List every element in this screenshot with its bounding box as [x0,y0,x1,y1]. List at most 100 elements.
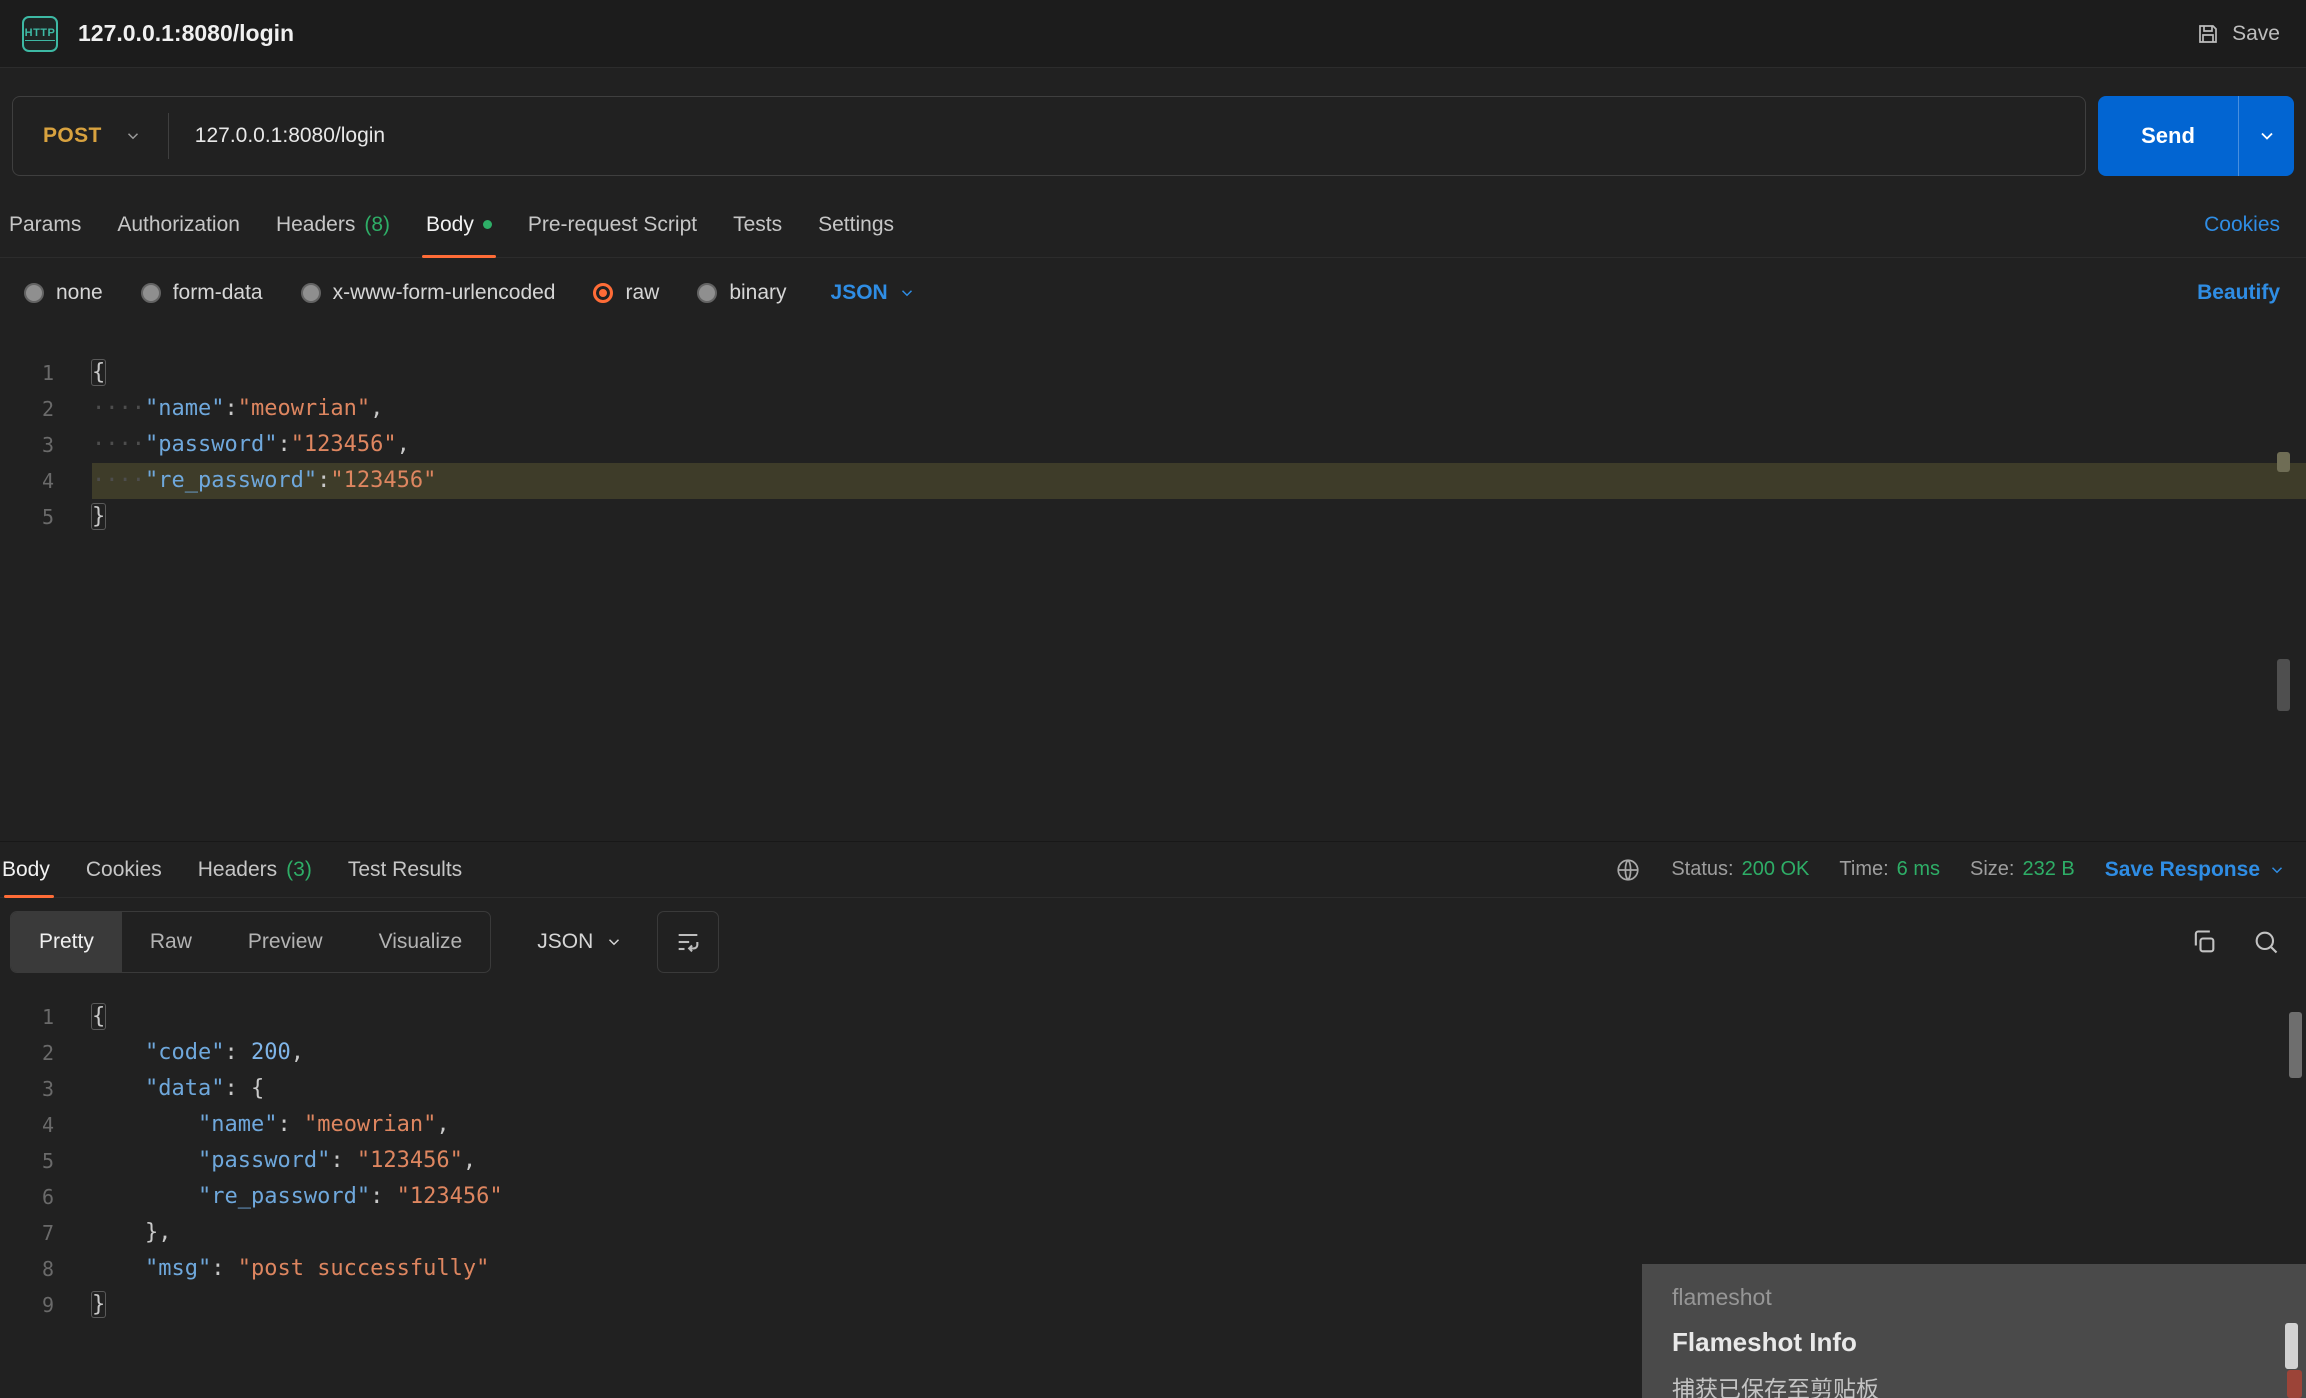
chevron-down-icon [605,933,623,951]
network-globe-icon[interactable] [1615,857,1641,883]
request-editor-scrollbar[interactable] [2277,659,2290,711]
token-sp [92,1256,145,1281]
token-punc: : [224,396,237,421]
code-line: 3 "data": { [0,1071,2306,1107]
line-number: 7 [0,1215,54,1251]
mode-binary[interactable]: binary [697,281,786,305]
line-number: 6 [0,1179,54,1215]
chevron-down-icon[interactable] [124,127,142,145]
response-toolbar: Pretty Raw Preview Visualize JSON [10,911,2280,973]
http-badge-label: HTTP [25,27,56,41]
token-sp [92,1076,145,1101]
send-button[interactable]: Send [2098,96,2294,176]
method-selector[interactable]: POST [13,124,124,148]
tab-pre-request-script[interactable]: Pre-request Script [510,192,715,257]
token-key: "name" [198,1112,277,1137]
tab-authorization[interactable]: Authorization [99,192,258,257]
token-brace: { [92,360,105,385]
tab-params[interactable]: Params [0,192,99,257]
response-tab-test-results[interactable]: Test Results [330,842,480,897]
view-pretty[interactable]: Pretty [11,912,122,972]
code-text: { [54,355,105,391]
tab-headers[interactable]: Headers (8) [258,192,408,257]
cookies-link[interactable]: Cookies [2204,192,2280,257]
body-mode-row: none form-data x-www-form-urlencoded raw… [0,266,2306,320]
request-url-row: POST 127.0.0.1:8080/login Send [12,96,2294,176]
size-badge: Size: 232 B [1970,858,2075,881]
token-ws: ···· [92,432,145,457]
tab-body[interactable]: Body [408,192,510,257]
token-punc: , [397,432,410,457]
beautify-link[interactable]: Beautify [2197,281,2280,305]
view-raw[interactable]: Raw [122,912,220,972]
url-input[interactable]: 127.0.0.1:8080/login [195,124,385,148]
time-value: 6 ms [1897,858,1940,881]
token-str: "123456" [330,468,436,493]
code-text: ····"password":"123456", [54,427,410,463]
search-icon[interactable] [2252,928,2280,956]
code-text: } [54,1287,105,1323]
mode-none[interactable]: none [24,281,103,305]
token-punc: : { [224,1076,264,1101]
save-response-button[interactable]: Save Response [2105,858,2286,882]
response-language-select[interactable]: JSON [537,930,623,954]
copy-icon[interactable] [2190,928,2218,956]
token-punc: : [277,1112,304,1137]
code-line: 2 "code": 200, [0,1035,2306,1071]
save-button[interactable]: Save [2196,22,2280,46]
wrap-text-icon [674,928,702,956]
wrap-lines-button[interactable] [657,911,719,973]
response-editor-scrollbar[interactable] [2289,1012,2302,1078]
token-key: "name" [145,396,224,421]
flameshot-app-title: flameshot [1672,1284,2306,1311]
token-sp [92,1220,145,1245]
response-tab-headers[interactable]: Headers (3) [180,842,330,897]
radio-icon [301,283,321,303]
code-line: 3····"password":"123456", [0,427,2306,463]
request-body-editor[interactable]: 1{2····"name":"meowrian",3····"password"… [0,355,2306,841]
chevron-down-icon [2268,861,2286,879]
mode-x-www-form-urlencoded[interactable]: x-www-form-urlencoded [301,281,556,305]
mode-form-data[interactable]: form-data [141,281,263,305]
topbar: HTTP 127.0.0.1:8080/login Save [0,0,2306,68]
line-number: 3 [0,1071,54,1107]
token-ws: ···· [92,396,145,421]
token-key: "code" [145,1040,224,1065]
tab-tests[interactable]: Tests [715,192,800,257]
token-num: 200 [251,1040,291,1065]
token-str: "123456" [397,1184,503,1209]
line-number: 2 [0,391,54,427]
code-line: 4····"re_password":"123456" [0,463,2306,499]
mode-raw[interactable]: raw [593,281,659,305]
send-label: Send [2098,96,2238,176]
token-str: "post successfully" [238,1256,490,1281]
save-label: Save [2232,22,2280,46]
code-text: } [54,499,105,535]
radio-icon [141,283,161,303]
tab-settings[interactable]: Settings [800,192,912,257]
response-tab-cookies[interactable]: Cookies [68,842,180,897]
token-key: "data" [145,1076,224,1101]
body-language-select[interactable]: JSON [831,281,916,305]
view-preview[interactable]: Preview [220,912,351,972]
code-line: 2····"name":"meowrian", [0,391,2306,427]
token-brace: { [92,1004,105,1029]
overlay-scrollbar[interactable] [2285,1323,2298,1369]
response-tab-body[interactable]: Body [0,842,68,897]
token-sp [92,1148,198,1173]
http-request-icon: HTTP [22,16,58,52]
line-number: 2 [0,1035,54,1071]
code-text: ····"name":"meowrian", [54,391,383,427]
request-tabs: Params Authorization Headers (8) Body Pr… [0,192,2306,258]
code-line: 5 "password": "123456", [0,1143,2306,1179]
code-text: "data": { [54,1071,264,1107]
size-value: 232 B [2022,858,2074,881]
view-visualize[interactable]: Visualize [351,912,491,972]
code-text: }, [54,1215,171,1251]
request-editor-lines: 1{2····"name":"meowrian",3····"password"… [0,355,2306,535]
line-number: 4 [0,463,54,499]
app: HTTP 127.0.0.1:8080/login Save POST 127.… [0,0,2306,1395]
send-options-button[interactable] [2238,96,2294,176]
code-line: 1{ [0,999,2306,1035]
token-ws: ···· [92,468,145,493]
